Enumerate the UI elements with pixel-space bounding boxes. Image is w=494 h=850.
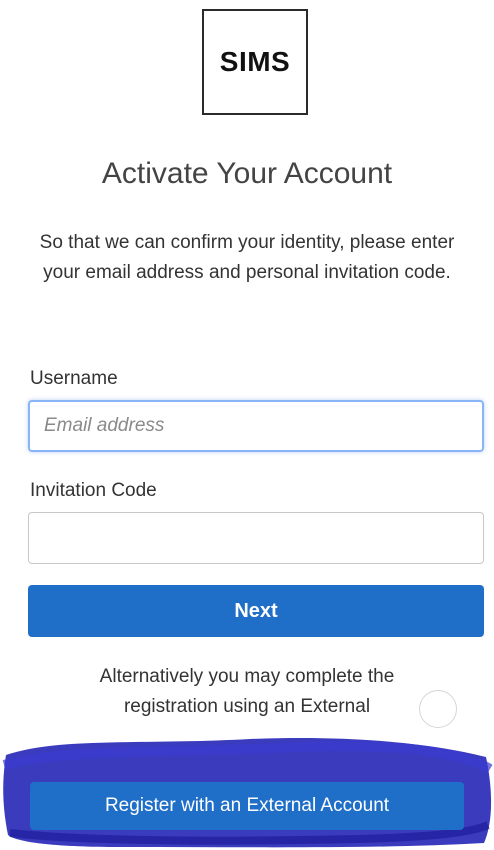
sims-logo-text: SIMS bbox=[219, 46, 291, 77]
username-input[interactable] bbox=[28, 400, 484, 452]
register-external-account-button[interactable]: Register with an External Account bbox=[30, 782, 464, 830]
alternative-text: Alternatively you may complete the regis… bbox=[99, 666, 395, 717]
next-button[interactable]: Next bbox=[28, 585, 484, 637]
invitation-code-input[interactable] bbox=[28, 512, 484, 564]
loading-spinner-icon bbox=[419, 690, 457, 728]
intro-text: So that we can confirm your identity, pl… bbox=[39, 232, 455, 283]
page-title: Activate Your Account bbox=[101, 157, 393, 190]
sims-logo: SIMS bbox=[202, 9, 308, 115]
username-label: Username bbox=[30, 368, 118, 389]
invitation-code-label: Invitation Code bbox=[30, 480, 157, 501]
